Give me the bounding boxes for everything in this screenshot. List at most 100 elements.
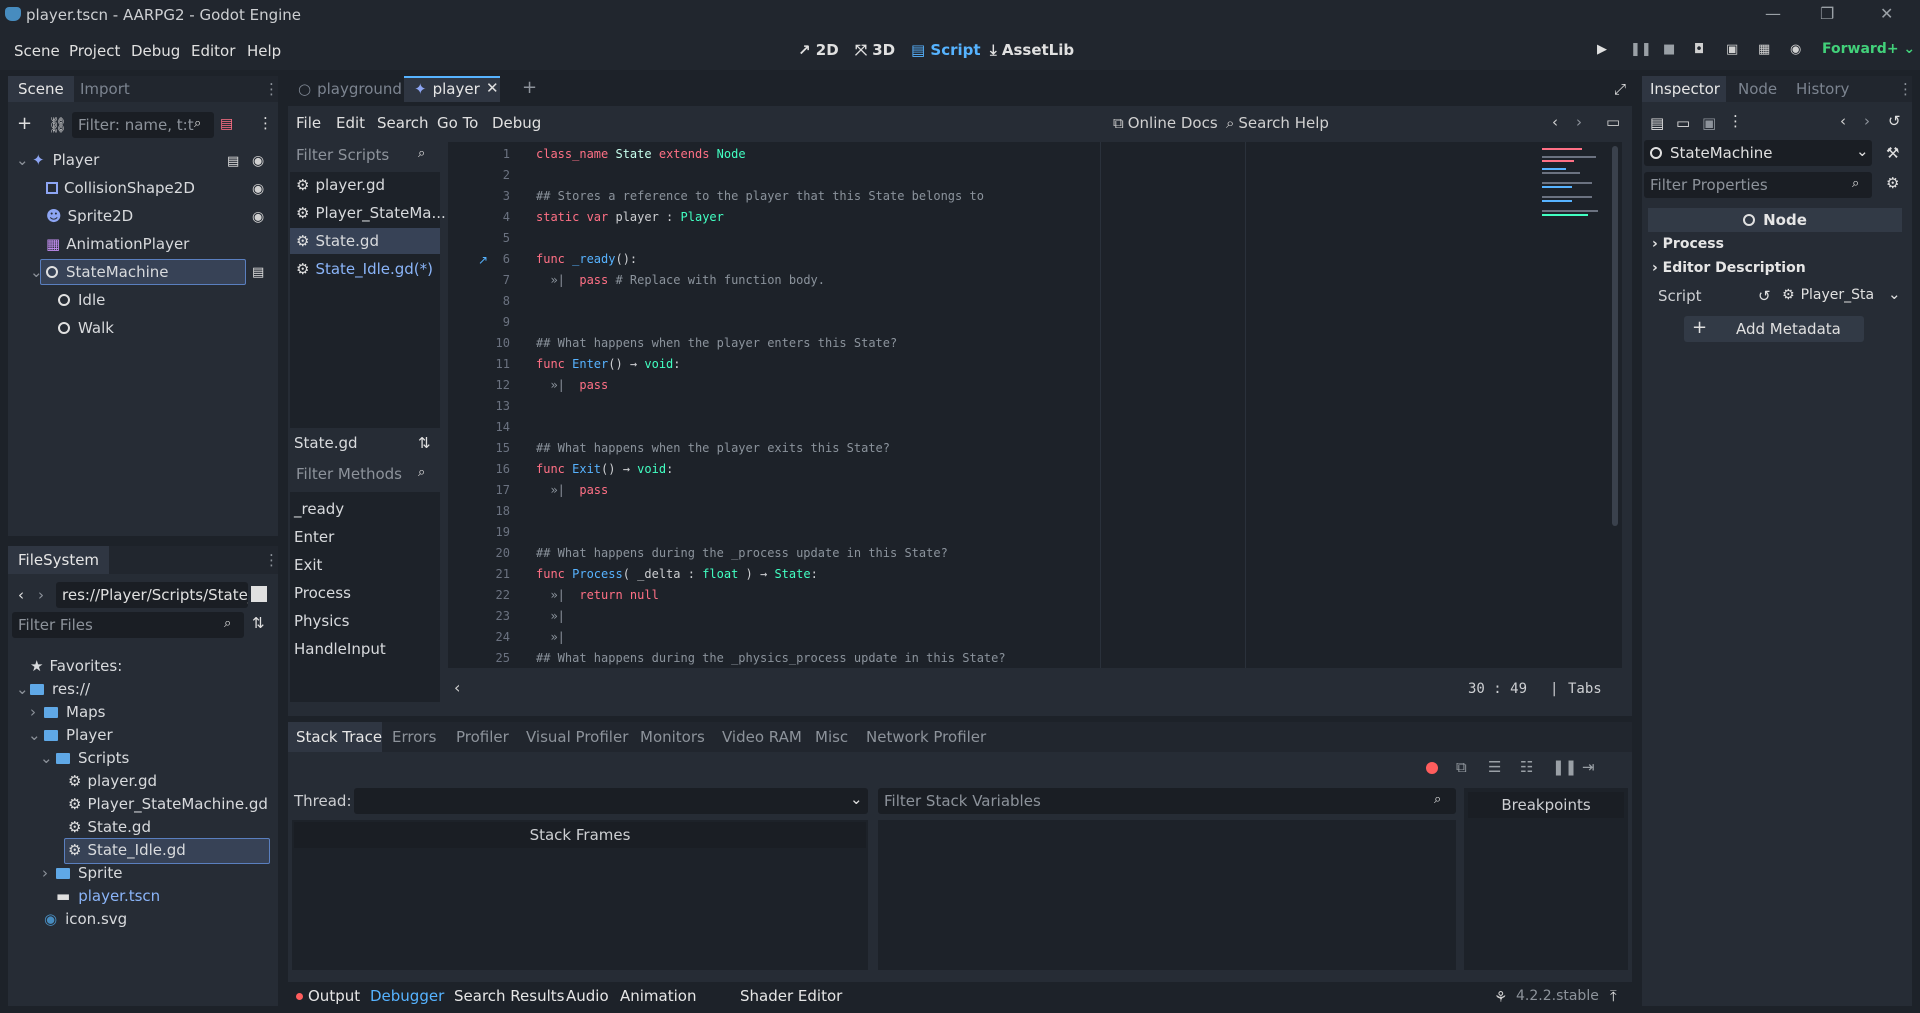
revert-icon[interactable]: ↺ [1758, 287, 1771, 305]
split-view-icon[interactable] [251, 586, 267, 602]
dock-menu-icon[interactable]: ⋮ [264, 551, 279, 569]
fs-item-player-folder[interactable]: Player [44, 726, 113, 744]
fs-item-maps[interactable]: Maps [44, 703, 105, 721]
sort-icon[interactable]: ⇅ [418, 434, 431, 452]
code-line[interactable]: ## Stores a reference to the player that… [536, 186, 984, 207]
tab-scene[interactable]: Scene [8, 76, 74, 102]
close-window-button[interactable]: ✕ [1880, 4, 1893, 23]
bottom-tab-output[interactable]: Output [308, 987, 360, 1005]
code-text[interactable]: class_name State extends Node ## Stores a… [536, 142, 1536, 668]
code-editor[interactable]: 1 2 3 4 5 6 7 8 9 10 11 12 13 14 15 16 17 18 19 20 21 22 23 24 2… [448, 142, 1622, 668]
script-menu-debug[interactable]: Debug [492, 114, 541, 132]
script-property-value[interactable]: ⚙ Player_Sta [1782, 287, 1874, 303]
section-editor-description[interactable]: › Editor Description [1652, 260, 1806, 276]
tab-import[interactable]: Import [80, 76, 130, 102]
bottom-tab-shader-editor[interactable]: Shader Editor [740, 987, 842, 1005]
add-node-icon[interactable]: + [17, 113, 32, 134]
main-screen-2d-button[interactable]: ↗ 2D [798, 41, 839, 59]
pause-icon[interactable]: ❚❚ [1630, 42, 1652, 57]
scene-filter-input[interactable]: Filter: name, t:t [72, 112, 214, 138]
tree-node-player[interactable]: ✦ Player [32, 151, 99, 169]
bottom-tab-animation[interactable]: Animation [620, 987, 696, 1005]
new-resource-icon[interactable]: ▤ [1650, 114, 1664, 132]
bottom-tab-audio[interactable]: Audio [566, 987, 609, 1005]
expand-arrow-icon[interactable]: › [30, 703, 36, 721]
movie-maker-icon[interactable]: ◉ [1790, 42, 1806, 57]
vertical-scrollbar[interactable] [1612, 146, 1618, 526]
link-icon[interactable]: ⛓ [48, 116, 67, 134]
visibility-eye-icon[interactable]: ◉ [252, 181, 264, 197]
debug-tab-misc[interactable]: Misc [815, 728, 848, 746]
indent-mode[interactable]: Tabs [1568, 681, 1602, 697]
code-line[interactable]: ## What happens during the _process upda… [536, 543, 948, 564]
back-arrow-icon[interactable]: ‹ [18, 586, 24, 604]
debug-tab-visual-profiler[interactable]: Visual Profiler [526, 728, 628, 746]
code-line[interactable]: func _ready(): [536, 249, 637, 270]
main-screen-assetlib-button[interactable]: ⤓ AssetLib [990, 41, 1074, 59]
menu-project[interactable]: Project [69, 42, 120, 60]
menu-help[interactable]: Help [247, 42, 281, 60]
stack-variables-tree[interactable] [878, 820, 1456, 970]
dock-menu-icon[interactable]: ⋮ [1898, 80, 1913, 98]
tools-icon[interactable]: ⚒ [1886, 144, 1899, 162]
tree-node-statemachine[interactable]: StateMachine [46, 263, 169, 281]
version-label[interactable]: 4.2.2.stable [1516, 988, 1599, 1004]
method-item[interactable]: Exit [294, 556, 322, 574]
minimize-button[interactable]: — [1765, 4, 1781, 23]
save-icon[interactable]: ▣ [1702, 114, 1716, 132]
search-help-button[interactable]: ⌕ Search Help [1226, 114, 1329, 132]
fs-item-sprite[interactable]: Sprite [56, 864, 123, 882]
script-menu-edit[interactable]: Edit [336, 114, 365, 132]
method-item[interactable]: Physics [294, 612, 349, 630]
code-line[interactable]: »| pass [536, 375, 608, 396]
close-tab-icon[interactable]: ✕ [486, 79, 499, 97]
script-icon[interactable]: ▤ [227, 154, 239, 169]
code-line[interactable]: »| return null [536, 585, 658, 606]
script-icon[interactable]: ▤ [252, 265, 264, 280]
collapse-arrow-icon[interactable]: ⌄ [28, 726, 41, 744]
fs-item-state-gd[interactable]: ⚙ State.gd [68, 818, 151, 836]
tab-filesystem[interactable]: FileSystem [8, 546, 110, 574]
code-line[interactable]: »| pass # Replace with function body. [536, 270, 825, 291]
path-field[interactable]: res://Player/Scripts/State_I [56, 582, 248, 608]
collapse-arrow-icon[interactable]: ⌄ [16, 151, 29, 169]
renderer-selector[interactable]: Forward+ ⌄ [1822, 41, 1915, 57]
fs-item-player-gd[interactable]: ⚙ player.gd [68, 772, 157, 790]
debug-tab-video-ram[interactable]: Video RAM [722, 728, 802, 746]
update-spinner-icon[interactable]: ⚘ [1494, 988, 1507, 1006]
debug-tab-errors[interactable]: Errors [392, 728, 436, 746]
online-docs-button[interactable]: ⧉ Online Docs [1113, 114, 1218, 132]
filter-stack-variables-input[interactable]: Filter Stack Variables [878, 788, 1456, 814]
script-menu-search[interactable]: Search [377, 114, 429, 132]
step-into-icon[interactable]: ☰ [1488, 758, 1501, 776]
code-line[interactable]: func Process( _delta : float ) → State: [536, 564, 818, 585]
menu-scene[interactable]: Scene [14, 42, 60, 60]
more-options-icon[interactable]: ⋮ [1728, 112, 1743, 130]
fs-item-state-idle-gd[interactable]: ⚙ State_Idle.gd [68, 841, 186, 859]
tree-node-idle[interactable]: Idle [58, 291, 105, 309]
fs-item-player-tscn[interactable]: ▬ player.tscn [56, 887, 160, 905]
play-icon[interactable]: ▶ [1597, 42, 1613, 57]
expand-arrow-icon[interactable]: › [42, 864, 48, 882]
scene-tab-player[interactable]: ✦ player [414, 80, 480, 98]
filter-properties-input[interactable]: Filter Properties [1644, 172, 1872, 198]
stack-frames-tree[interactable]: Stack Frames [292, 820, 868, 970]
favorites-item[interactable]: ★ Favorites: [30, 657, 122, 675]
remote-debug-icon[interactable]: ◘ [1694, 42, 1710, 57]
distraction-free-icon[interactable]: ⤢ [1614, 80, 1626, 98]
scene-tab-playground[interactable]: ○ playground [298, 80, 402, 98]
scene-menu-icon[interactable]: ⋮ [258, 114, 273, 132]
object-history-icon[interactable]: ↺ [1888, 112, 1901, 130]
tree-node-walk[interactable]: Walk [58, 319, 114, 337]
debug-tab-stack-trace[interactable]: Stack Trace [296, 728, 382, 746]
dock-menu-icon[interactable]: ⋮ [264, 80, 279, 98]
debug-tab-network-profiler[interactable]: Network Profiler [866, 728, 986, 746]
minimap[interactable] [1542, 146, 1606, 236]
record-icon[interactable] [1426, 762, 1438, 774]
code-line[interactable]: ## What happens when the player enters t… [536, 333, 897, 354]
code-line[interactable]: func Exit() → void: [536, 459, 673, 480]
code-line[interactable]: func Enter() → void: [536, 354, 681, 375]
fs-item-player-statemachine-gd[interactable]: ⚙ Player_StateMachine.gd [68, 795, 268, 813]
thread-select[interactable] [354, 788, 868, 814]
code-line[interactable]: ## What happens when the player exits th… [536, 438, 890, 459]
